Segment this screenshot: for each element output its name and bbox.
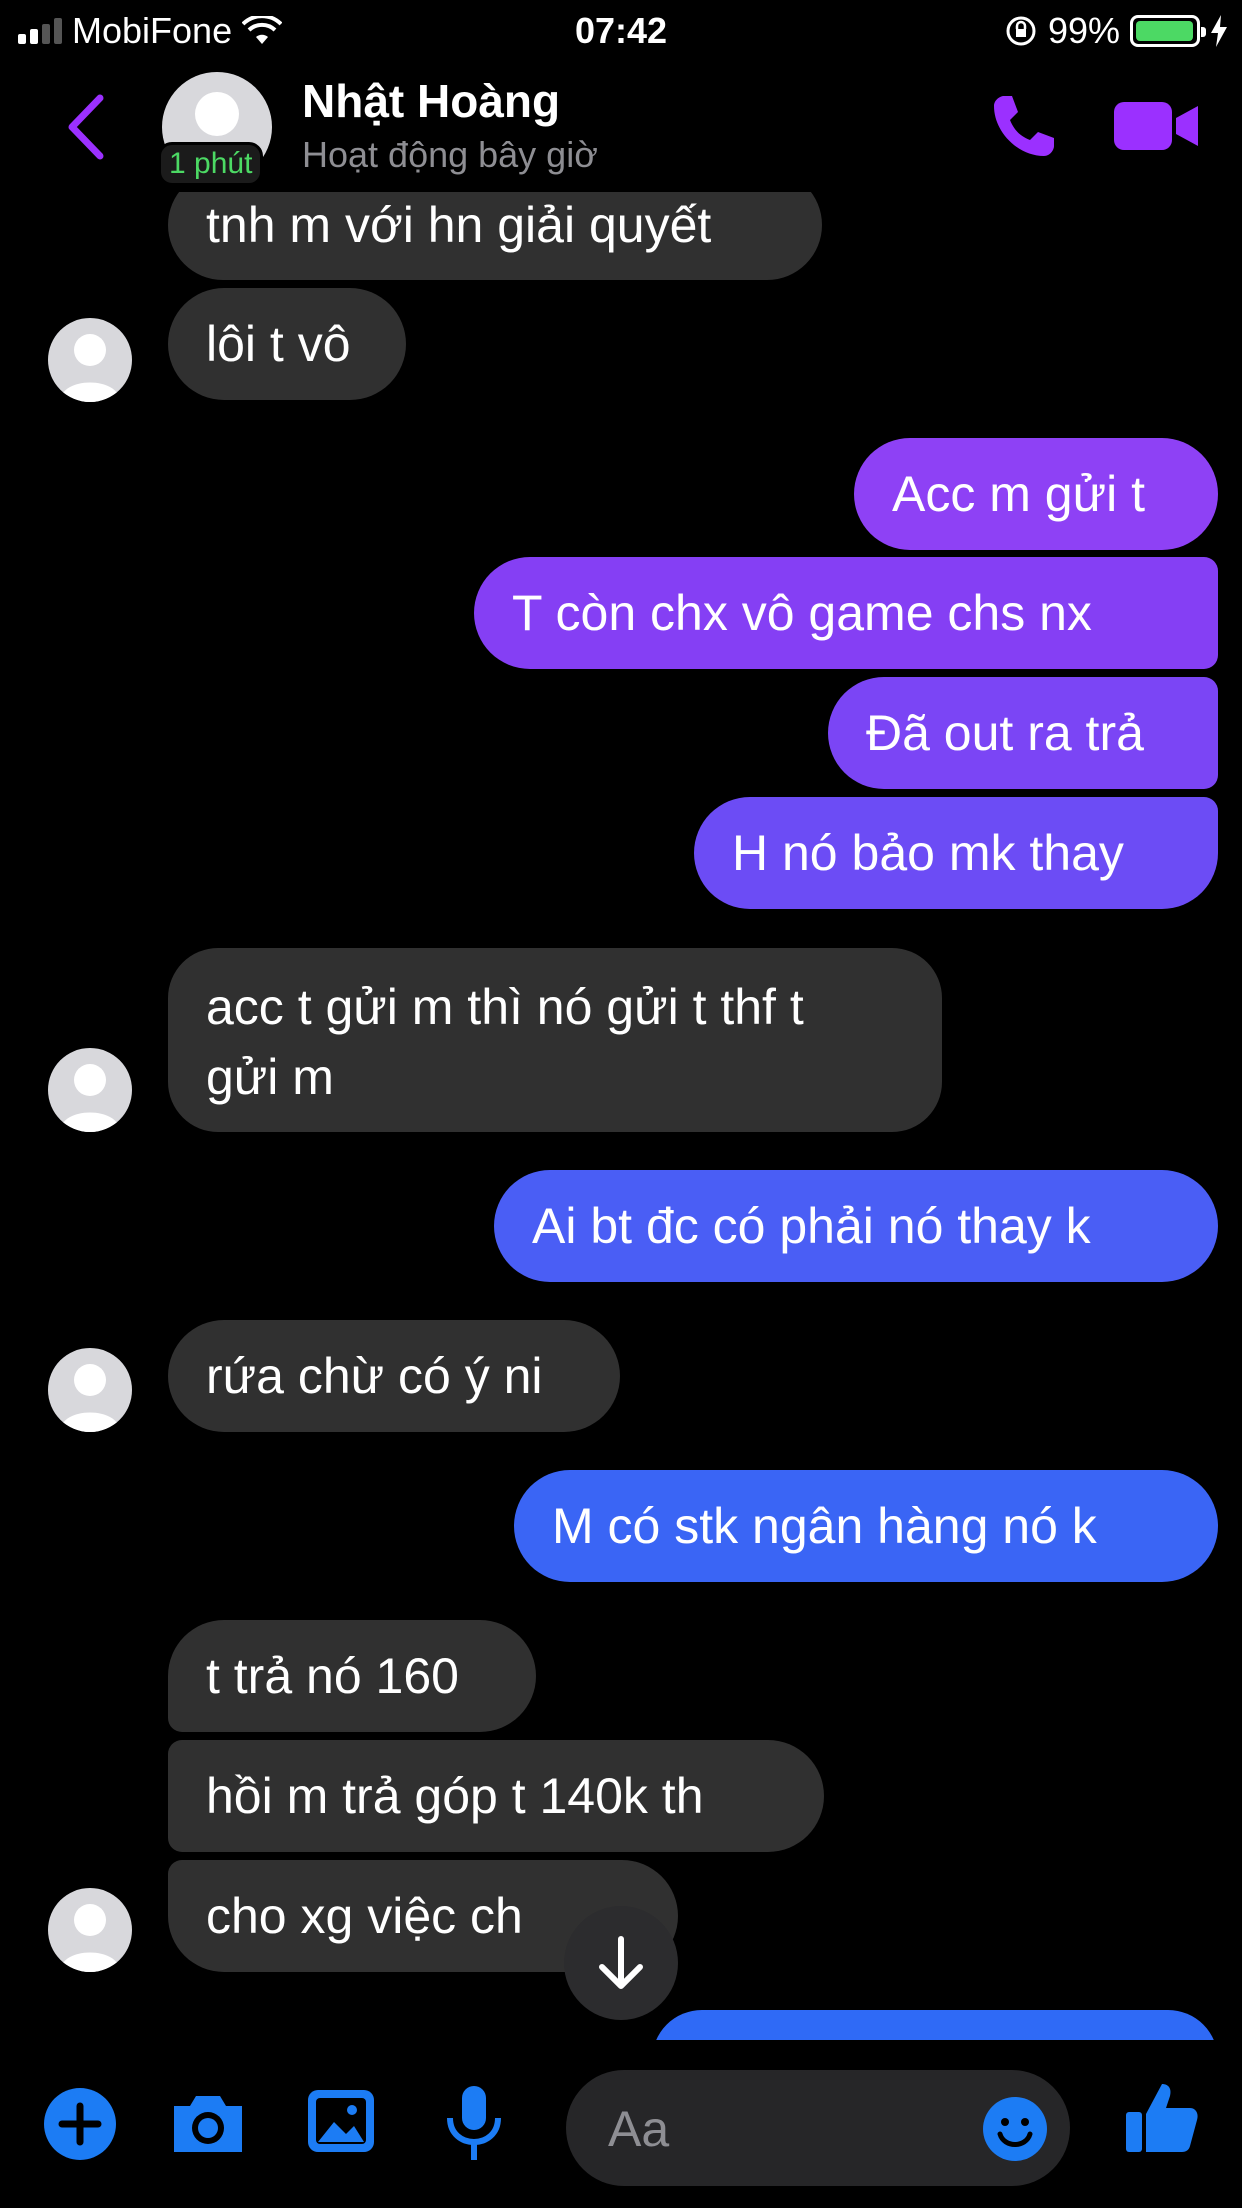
microphone-icon[interactable] xyxy=(444,2084,504,2164)
message-input[interactable]: Aa xyxy=(566,2070,1070,2186)
contact-name[interactable]: Nhật Hoàng xyxy=(302,74,560,128)
video-call-icon[interactable] xyxy=(1114,100,1198,152)
emoji-icon[interactable] xyxy=(982,2096,1048,2162)
default-avatar-icon xyxy=(60,1904,120,1972)
back-chevron-icon[interactable] xyxy=(62,92,112,162)
default-avatar-icon xyxy=(60,1364,120,1432)
phone-call-icon[interactable] xyxy=(990,90,1060,160)
charging-icon xyxy=(1211,15,1227,47)
message-bubble-incoming[interactable]: t trả nó 160 xyxy=(168,1620,536,1732)
scroll-to-bottom-button[interactable] xyxy=(564,1906,678,2020)
status-bar: MobiFone 07:42 99% xyxy=(0,0,1242,62)
contact-status: Hoạt động bây giờ xyxy=(302,134,598,175)
status-right: 99% xyxy=(1004,10,1228,52)
message-bubble-outgoing[interactable]: M có stk ngân hàng nó k xyxy=(514,1470,1218,1582)
rotation-lock-icon xyxy=(1006,16,1036,46)
message-bubble-outgoing[interactable]: Đã out ra trả xyxy=(828,677,1218,789)
message-input-placeholder: Aa xyxy=(608,2101,670,2157)
default-avatar-icon xyxy=(60,1064,120,1132)
composer-bar: Aa xyxy=(0,2040,1242,2208)
chat-header: 1 phút Nhật Hoàng Hoạt động bây giờ xyxy=(0,62,1242,192)
battery-percent: 99% xyxy=(1047,10,1120,51)
camera-icon[interactable] xyxy=(170,2092,246,2156)
arrow-down-icon xyxy=(599,1936,643,1989)
sender-avatar[interactable] xyxy=(48,1048,132,1132)
message-bubble-incoming[interactable]: lôi t vô xyxy=(168,288,406,400)
sender-avatar[interactable] xyxy=(48,1888,132,1972)
plus-icon[interactable] xyxy=(42,2086,118,2162)
message-bubble-incoming[interactable]: hồi m trả góp t 140k th xyxy=(168,1740,824,1852)
message-bubble-incoming[interactable]: acc t gửi m thì nó gửi t thf t gửi m xyxy=(168,948,942,1132)
message-line: acc t gửi m thì nó gửi t thf t xyxy=(206,979,804,1035)
sender-avatar[interactable] xyxy=(48,318,132,402)
gallery-icon[interactable] xyxy=(306,2088,376,2154)
default-avatar-icon xyxy=(60,334,120,402)
message-line: gửi m xyxy=(206,1049,334,1105)
online-duration-badge: 1 phút xyxy=(158,142,264,186)
message-bubble-incoming[interactable]: rứa chừ có ý ni xyxy=(168,1320,620,1432)
message-bubble-outgoing[interactable]: T còn chx vô game chs nx xyxy=(474,557,1218,669)
sender-avatar[interactable] xyxy=(48,1348,132,1432)
battery-icon xyxy=(1130,15,1206,47)
message-bubble-outgoing[interactable]: Ai bt đc có phải nó thay k xyxy=(494,1170,1218,1282)
message-bubble-outgoing[interactable]: Acc m gửi t xyxy=(854,438,1218,550)
message-bubble-outgoing[interactable]: H nó bảo mk thay xyxy=(694,797,1218,909)
thumbs-up-icon[interactable] xyxy=(1124,2080,1200,2156)
